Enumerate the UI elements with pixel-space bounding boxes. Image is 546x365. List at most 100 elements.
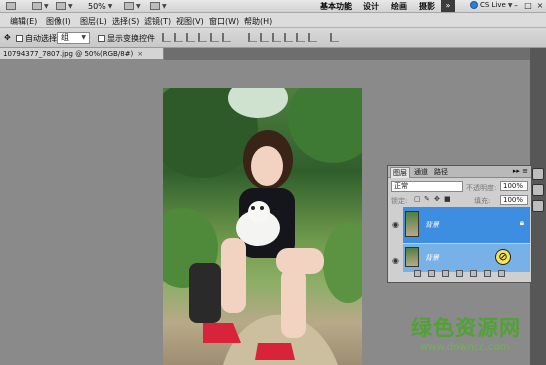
link-layers-icon[interactable]	[414, 270, 421, 277]
layer-name: 背景	[425, 221, 439, 229]
distribute-hcenter-icon[interactable]	[296, 33, 305, 42]
panel-icon-3[interactable]	[532, 200, 544, 212]
adjustment-icon[interactable]	[456, 270, 463, 277]
distribute-left-icon[interactable]	[284, 33, 293, 42]
checkbox-box	[16, 35, 23, 42]
cs-live-label: CS Live	[480, 1, 506, 9]
align-right-icon[interactable]	[222, 33, 231, 42]
options-bar: ✥ 自动选择: 组 ▼ 显示变换控件	[0, 28, 546, 48]
layer-row[interactable]: 背景 ⊘	[403, 244, 530, 272]
auto-select-label: 自动选择:	[25, 34, 60, 43]
align-vcenter-icon[interactable]	[174, 33, 183, 42]
group-icon[interactable]	[470, 270, 477, 277]
align-bottom-icon[interactable]	[186, 33, 195, 42]
menu-window[interactable]: 窗口(W)	[209, 16, 239, 27]
workspace-design[interactable]: 设计	[363, 1, 379, 12]
bridge-button[interactable]	[6, 1, 16, 11]
menu-layer[interactable]: 图层(L)	[80, 16, 107, 27]
workspace-essentials[interactable]: 基本功能	[320, 1, 352, 12]
auto-align-icon[interactable]	[330, 33, 339, 42]
maximize-button[interactable]: □	[522, 1, 534, 11]
menu-view[interactable]: 视图(V)	[176, 16, 204, 27]
lock-all-icon[interactable]: ■	[444, 195, 451, 203]
blend-mode-value: 正常	[394, 182, 408, 190]
panel-dock-strip	[530, 48, 546, 365]
align-buttons[interactable]	[162, 33, 231, 42]
eye-icon[interactable]: ◉	[392, 220, 399, 229]
tab-channels[interactable]: 通道	[412, 167, 430, 177]
auto-select-target-select[interactable]: 组 ▼	[57, 32, 90, 44]
align-top-icon[interactable]	[162, 33, 171, 42]
minibridge-icon	[32, 2, 42, 10]
chevron-down-icon: ▼	[44, 2, 49, 10]
no-sign-icon: ⊘	[495, 249, 511, 265]
cs-live-icon	[470, 1, 478, 9]
menu-edit[interactable]: 编辑(E)	[10, 16, 37, 27]
lock-fill-row: 锁定: ▢ ✎ ✥ ■ 填充: 100%	[388, 195, 531, 207]
distribute-vcenter-icon[interactable]	[260, 33, 269, 42]
new-layer-icon[interactable]	[484, 270, 491, 277]
menu-help[interactable]: 帮助(H)	[244, 16, 272, 27]
lock-label: 锁定:	[391, 197, 408, 205]
distribute-buttons[interactable]	[248, 33, 317, 42]
align-left-icon[interactable]	[198, 33, 207, 42]
workspace-painting[interactable]: 绘画	[391, 1, 407, 12]
arrange-documents-button[interactable]: ▼	[124, 1, 141, 11]
show-transform-label: 显示变换控件	[107, 34, 155, 43]
document-image[interactable]	[163, 88, 362, 365]
auto-select-checkbox[interactable]: 自动选择:	[16, 33, 60, 44]
lock-icon: 🔒︎	[519, 218, 524, 227]
lock-transparent-icon[interactable]: ▢	[414, 195, 421, 203]
application-bar: ▼ ▼ 50% ▼ ▼ ▼ 基本功能 设计 绘画 摄影 » CS Live ▼ –…	[0, 0, 546, 13]
menu-filter[interactable]: 滤镜(T)	[144, 16, 171, 27]
opacity-field[interactable]: 100%	[500, 181, 528, 191]
fill-label: 填充:	[474, 197, 491, 205]
blend-opacity-row: 正常 不透明度: 100%	[388, 180, 531, 194]
layer-name: 背景	[425, 254, 439, 262]
layer-row[interactable]: 背景 🔒︎	[403, 207, 530, 243]
watermark-url: www.downcc.com	[420, 342, 510, 353]
view-extras-button[interactable]: ▼	[56, 1, 73, 11]
grid-icon	[56, 2, 66, 10]
arrange-icon	[124, 2, 134, 10]
move-tool-icon[interactable]: ✥	[4, 33, 11, 42]
layer-thumbnail	[405, 247, 419, 267]
watermark-brand: 绿色资源网	[411, 316, 521, 340]
distribute-top-icon[interactable]	[248, 33, 257, 42]
blend-mode-select[interactable]: 正常	[391, 181, 463, 192]
mask-icon[interactable]	[442, 270, 449, 277]
chevron-down-icon: ▼	[136, 2, 141, 10]
menu-image[interactable]: 图像(I)	[46, 16, 71, 27]
close-button[interactable]: ×	[534, 1, 546, 11]
workspace-photography[interactable]: 摄影	[419, 1, 435, 12]
tab-layers[interactable]: 图层	[390, 167, 410, 178]
minimize-button[interactable]: –	[510, 1, 522, 11]
more-workspaces-button[interactable]: »	[441, 0, 455, 12]
eye-icon[interactable]: ◉	[392, 256, 399, 265]
zoom-level-select[interactable]: 50% ▼	[88, 1, 112, 11]
lock-position-icon[interactable]: ✥	[434, 195, 440, 203]
close-document-icon[interactable]: ×	[137, 50, 143, 58]
align-hcenter-icon[interactable]	[210, 33, 219, 42]
fx-icon[interactable]	[428, 270, 435, 277]
panel-icon-1[interactable]	[532, 168, 544, 180]
fill-field[interactable]: 100%	[500, 195, 528, 205]
distribute-bottom-icon[interactable]	[272, 33, 281, 42]
lock-image-icon[interactable]: ✎	[424, 195, 430, 203]
photo-illustration	[163, 88, 362, 365]
layers-panel: 图层 通道 路径 ▸▸ ≡ 正常 不透明度: 100% 锁定: ▢ ✎ ✥ ■ …	[387, 165, 532, 283]
distribute-right-icon[interactable]	[308, 33, 317, 42]
screen-mode-icon	[150, 2, 160, 10]
panel-icon-2[interactable]	[532, 184, 544, 196]
screen-mode-button[interactable]: ▼	[150, 1, 167, 11]
tab-paths[interactable]: 路径	[432, 167, 450, 177]
cs-live-button[interactable]: CS Live ▼	[470, 1, 512, 9]
show-transform-checkbox[interactable]: 显示变换控件	[98, 33, 155, 44]
auto-align-button[interactable]	[330, 33, 339, 42]
trash-icon[interactable]	[498, 270, 505, 277]
menu-bar: 编辑(E) 图像(I) 图层(L) 选择(S) 滤镜(T) 视图(V) 窗口(W…	[0, 13, 546, 28]
minibridge-button[interactable]: ▼	[32, 1, 49, 11]
menu-select[interactable]: 选择(S)	[112, 16, 139, 27]
panel-menu-icon[interactable]: ▸▸ ≡	[513, 167, 528, 175]
document-tab[interactable]: 10794377_7807.jpg @ 50%(RGB/8#) ×	[0, 48, 164, 60]
